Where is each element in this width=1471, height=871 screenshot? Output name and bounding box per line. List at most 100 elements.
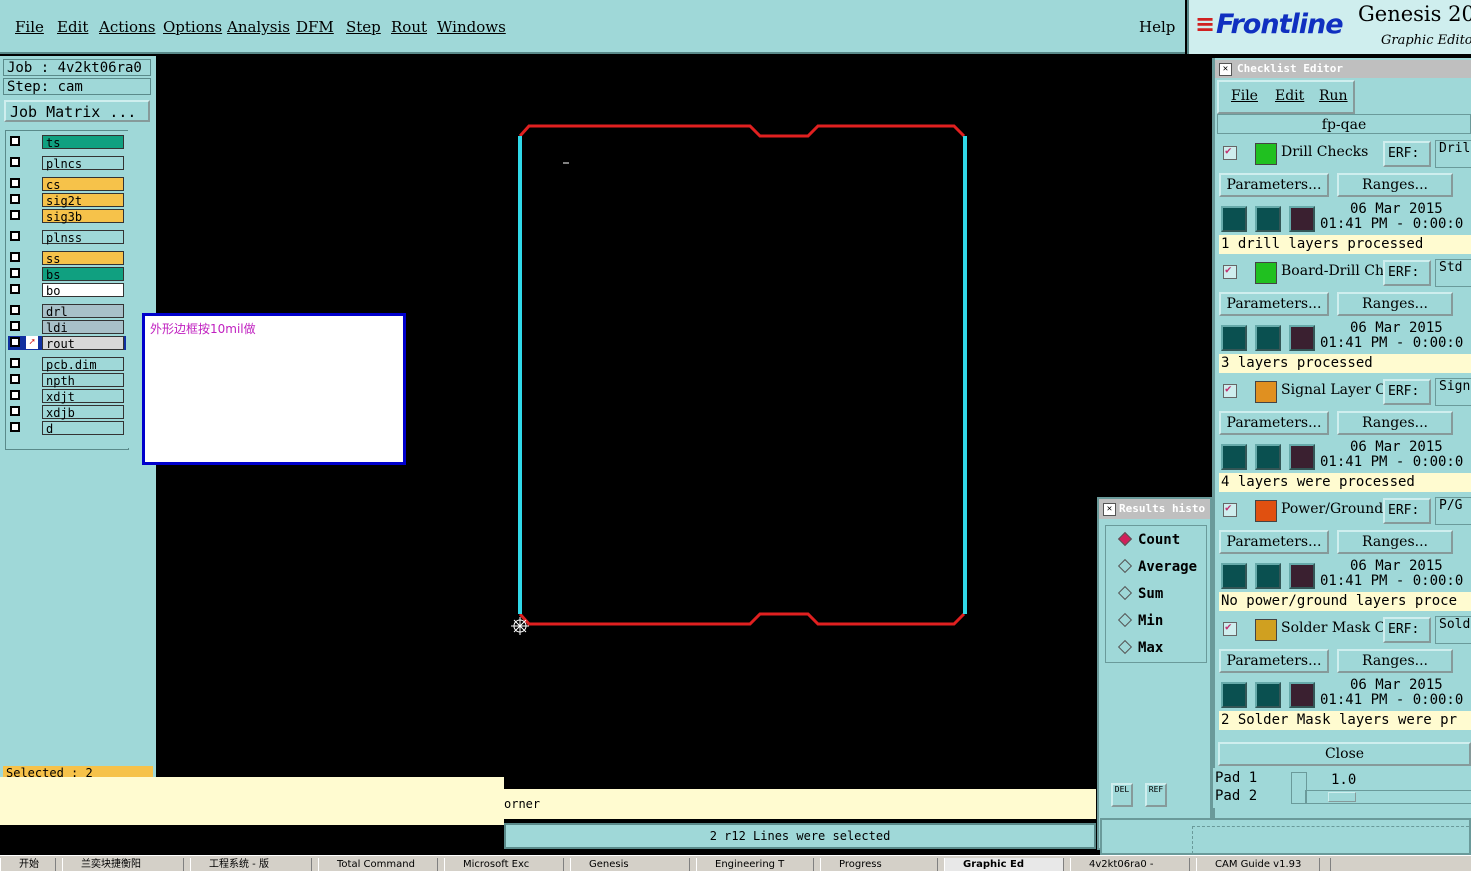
layer-checkbox[interactable] [10,210,20,220]
radio-sum[interactable]: Sum [1117,585,1163,602]
checklist-menu-edit[interactable]: Edit [1275,88,1304,104]
layer-row-xdjb[interactable]: xdjb [8,405,126,420]
radio-max[interactable]: Max [1117,639,1163,656]
taskbar-item[interactable]: Engineering T [696,858,814,871]
layer-row-d[interactable]: d [8,421,126,436]
layer-checkbox[interactable] [10,268,20,278]
layer-row-ts[interactable]: ts [8,135,126,150]
taskbar-item[interactable]: Microsoft Exc [444,858,564,871]
run-icon[interactable] [1289,682,1315,708]
layer-checkbox[interactable] [10,305,20,315]
taskbar-item[interactable]: Graphic Ed [944,858,1064,871]
erf-button[interactable]: ERF: [1383,260,1431,286]
layer-row-xdjt[interactable]: xdjt [8,389,126,404]
layer-row-cs[interactable]: cs [8,177,126,192]
erf-button[interactable]: ERF: [1383,141,1431,167]
ranges-button[interactable]: Ranges... [1337,292,1453,316]
run-icon[interactable] [1255,206,1281,232]
menu-step[interactable]: Step [346,18,381,36]
layer-checkbox[interactable] [10,390,20,400]
layer-row-sig3b[interactable]: sig3b [8,209,126,224]
menu-windows[interactable]: Windows [437,18,506,36]
layer-checkbox[interactable] [10,358,20,368]
parameters-button[interactable]: Parameters... [1219,292,1329,316]
taskbar-item[interactable]: Progress [820,858,938,871]
ref-button[interactable]: REF [1145,783,1167,807]
layer-checkbox[interactable] [10,157,20,167]
radio-average[interactable]: Average [1117,558,1197,575]
run-icon[interactable] [1221,206,1247,232]
run-icon[interactable] [1221,325,1247,351]
run-icon[interactable] [1289,563,1315,589]
del-button[interactable]: DEL [1111,783,1133,807]
erf-button[interactable]: ERF: [1383,379,1431,405]
layer-checkbox[interactable] [10,252,20,262]
erf-value[interactable]: P/G [1435,497,1471,525]
taskbar-item[interactable]: 工程系统 - 版 [190,858,312,871]
taskbar-item[interactable]: 4v2kt06ra0 - [1070,858,1190,871]
layer-row-ss[interactable]: ss [8,251,126,266]
menu-help[interactable]: Help [1139,18,1175,36]
layer-checkbox[interactable] [10,284,20,294]
layer-checkbox[interactable] [10,406,20,416]
layer-row-drl[interactable]: drl [8,304,126,319]
menu-edit[interactable]: Edit [57,18,88,36]
window-close-icon[interactable]: ✕ [1219,63,1232,76]
menu-dfm[interactable]: DFM [296,18,334,36]
layer-row-ldi[interactable]: ldi [8,320,126,335]
section-checkbox[interactable] [1223,263,1237,279]
layer-row-bo[interactable]: bo [8,283,126,298]
run-icon[interactable] [1221,563,1247,589]
run-icon[interactable] [1221,444,1247,470]
layer-checkbox[interactable] [10,422,20,432]
erf-button[interactable]: ERF: [1383,617,1431,643]
close-button[interactable]: Close [1218,742,1471,766]
layer-row-plnss[interactable]: plnss [8,230,126,245]
layer-row-npth[interactable]: npth [8,373,126,388]
menu-rout[interactable]: Rout [391,18,427,36]
erf-button[interactable]: ERF: [1383,498,1431,524]
ranges-button[interactable]: Ranges... [1337,411,1453,435]
pad-slider[interactable] [1305,790,1471,804]
run-icon[interactable] [1289,325,1315,351]
job-matrix-button[interactable]: Job Matrix ... [4,100,150,122]
run-icon[interactable] [1255,444,1281,470]
layer-checkbox[interactable] [10,374,20,384]
run-icon[interactable] [1221,682,1247,708]
radio-count[interactable]: Count [1117,531,1180,548]
taskbar-item[interactable]: 兰奕块捷衡阳 [62,858,184,871]
menu-analysis[interactable]: Analysis [227,18,290,36]
layer-row-pcb-dim[interactable]: pcb.dim [8,357,126,372]
parameters-button[interactable]: Parameters... [1219,173,1329,197]
menu-file[interactable]: File [15,18,44,36]
parameters-button[interactable]: Parameters... [1219,530,1329,554]
erf-value[interactable]: Sold [1435,616,1471,644]
erf-value[interactable]: Std [1435,259,1471,287]
run-icon[interactable] [1255,325,1281,351]
run-icon[interactable] [1255,563,1281,589]
window-close-icon[interactable]: ✕ [1103,503,1116,516]
ranges-button[interactable]: Ranges... [1337,649,1453,673]
parameters-button[interactable]: Parameters... [1219,411,1329,435]
checklist-menu-file[interactable]: File [1231,88,1258,104]
run-icon[interactable] [1289,444,1315,470]
layer-checkbox[interactable] [10,337,20,347]
menu-actions[interactable]: Actions [99,18,155,36]
layer-row-bs[interactable]: bs [8,267,126,282]
run-icon[interactable] [1289,206,1315,232]
section-checkbox[interactable] [1223,144,1237,160]
erf-value[interactable]: Dril [1435,140,1471,168]
layer-checkbox[interactable] [10,178,20,188]
layer-row-plncs[interactable]: plncs [8,156,126,171]
taskbar-item[interactable]: CAM Guide v1.93 [1196,858,1320,871]
layer-checkbox[interactable] [10,231,20,241]
parameters-button[interactable]: Parameters... [1219,649,1329,673]
start-button[interactable]: 开始 [0,858,56,871]
layer-row-rout[interactable]: ➚ rout [8,336,126,351]
section-checkbox[interactable] [1223,501,1237,517]
taskbar-item[interactable]: Genesis [570,858,690,871]
layer-checkbox[interactable] [10,194,20,204]
checklist-menu-run[interactable]: Run [1319,88,1348,104]
layer-checkbox[interactable] [10,321,20,331]
radio-min[interactable]: Min [1117,612,1163,629]
